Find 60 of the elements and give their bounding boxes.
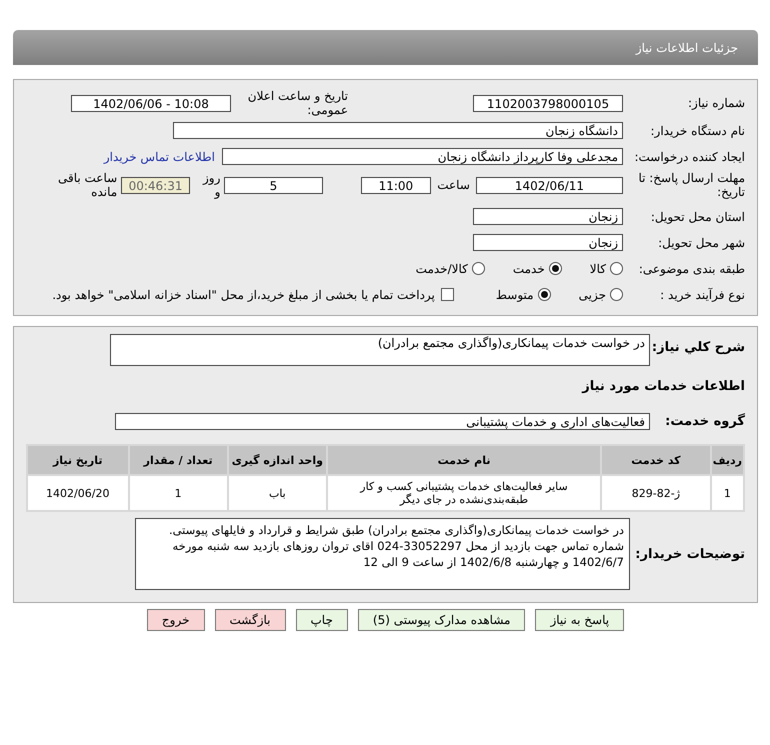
- field-label: نام دستگاه خریدار:: [650, 124, 745, 138]
- radio-label: کالا/خدمت: [416, 262, 468, 276]
- time-label: ساعت: [437, 178, 470, 192]
- field-label: نوع فرآیند خرید :: [659, 288, 745, 302]
- column-header: کد خدمت: [602, 446, 710, 474]
- table-cell: ژ-82-829: [602, 476, 710, 510]
- table-cell: 1: [712, 476, 743, 510]
- action-button[interactable]: پاسخ به نیاز: [535, 609, 624, 631]
- action-button[interactable]: مشاهده مدارک پیوستی (5): [358, 609, 526, 631]
- field-label: ایجاد کننده درخواست:: [633, 150, 745, 164]
- days-field: 5: [224, 176, 323, 194]
- radio-label: جزیی: [578, 288, 606, 302]
- field-label: طبقه بندی موضوعی:: [638, 262, 745, 276]
- radio-label: خدمت: [512, 262, 545, 276]
- service-group-field: فعالیت‌های اداری و خدمات پشتیبانی: [115, 413, 650, 430]
- page-header: جزئیات اطلاعات نیاز: [13, 30, 758, 65]
- radio-label: متوسط: [496, 288, 534, 302]
- action-button[interactable]: چاپ: [296, 609, 348, 631]
- description-field: در خواست خدمات پیمانکاری(واگذاری مجتمع برادران): [110, 334, 650, 366]
- column-header: تاریخ نیاز: [28, 446, 128, 474]
- table-cell: 1402/06/20: [28, 476, 128, 510]
- action-button[interactable]: خروج: [146, 609, 204, 631]
- radio-button[interactable]: [538, 288, 551, 301]
- checkbox-label: پرداخت تمام یا بخشی از مبلغ خرید،از محل "اسناد خزانه اسلامی" خواهد بود.: [52, 288, 435, 302]
- days-label: روز و: [202, 171, 220, 199]
- radio-button[interactable]: [610, 262, 623, 275]
- remaining-time-field: 00:46:31: [121, 176, 190, 194]
- radio-label: کالا: [590, 262, 606, 276]
- field-label: تاریخ و ساعت اعلان عمومی:: [246, 89, 348, 117]
- remaining-label: ساعت باقی مانده: [56, 171, 118, 199]
- time-field: 11:00: [360, 176, 432, 194]
- deadline-date-field: 1402/06/11: [476, 176, 623, 194]
- table-cell: 1: [130, 476, 227, 510]
- requester-field: مجدعلی وفا کارپرداز دانشگاه زنجان: [222, 148, 623, 165]
- field-label: استان محل تحویل:: [650, 210, 745, 224]
- buyer-org-field: دانشگاه زنجان: [173, 122, 623, 139]
- province-field: زنجان: [473, 208, 623, 225]
- radio-button[interactable]: [610, 288, 623, 301]
- field-label: شهر محل تحویل:: [657, 236, 745, 250]
- table-cell: سایر فعالیت‌های خدمات پشتیبانی کسب و کار طبقه‌بندی‌نشده در جای دیگر: [328, 476, 600, 510]
- field-label: مهلت ارسال پاسخ: تا تاریخ:: [637, 171, 745, 199]
- column-header: ردیف: [712, 446, 743, 474]
- radio-button[interactable]: [472, 262, 485, 275]
- field-label: گروه خدمت:: [664, 414, 745, 429]
- table-cell: باب: [228, 476, 326, 510]
- section-heading: اطلاعات خدمات مورد نیاز: [582, 379, 745, 394]
- column-header: واحد اندازه گیری: [228, 446, 326, 474]
- radio-button[interactable]: [548, 262, 562, 275]
- checkbox[interactable]: [440, 288, 454, 301]
- buyer-notes-field: در خواست خدمات پیمانکاری(واگذاری مجتمع برادران) طبق شرایط و قرارداد و فایلهای پیوستی. شماره تماس جهت بازدید از محل 33052297-024 اقای تروان روزهای بازدید سه شنبه مورخه 1402/6/7 و چهارشنبه 1402/6/8 از ساعت 9 الی 12: [135, 518, 630, 590]
- column-header: تعداد / مقدار: [130, 446, 227, 474]
- contact-info-link[interactable]: اطلاعات تماس خریدار: [104, 150, 215, 164]
- need-number-field: 1102003798000105: [473, 94, 623, 112]
- announce-date-field: 1402/06/06 - 10:08: [71, 94, 231, 112]
- action-button[interactable]: بازگشت: [214, 609, 286, 631]
- column-header: نام خدمت: [328, 446, 600, 474]
- field-label: شماره نیاز:: [687, 96, 745, 110]
- field-label: توضیحات خریدار:: [634, 546, 745, 562]
- city-field: زنجان: [473, 234, 623, 251]
- field-label: شرح کلي نياز:: [650, 340, 745, 355]
